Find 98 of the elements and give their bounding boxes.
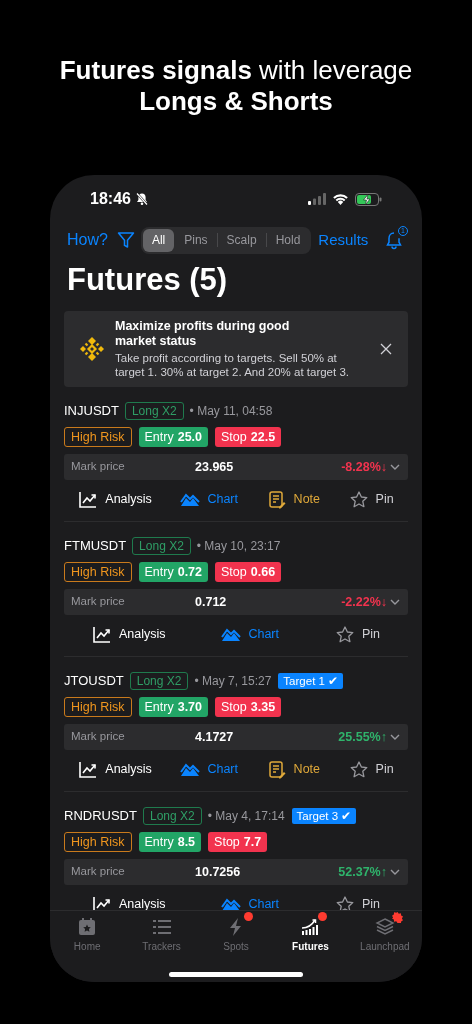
- note-icon: [266, 489, 287, 509]
- headline: Longs & Shorts: [139, 86, 333, 117]
- mark-price-value: 0.712: [195, 593, 227, 611]
- mark-price-value: 4.1727: [195, 728, 234, 746]
- banner-text: Take profit according to targets. Sell 50% at target 1. 30% at target 2. And 20% at target 3.: [115, 351, 350, 379]
- target-badge: Target 3 ✔: [291, 808, 357, 824]
- segment-tab[interactable]: Hold: [266, 228, 310, 252]
- mark-price-bar[interactable]: Mark price 10.7256 52.37%↑: [64, 859, 408, 885]
- chart-button[interactable]: Chart: [221, 624, 279, 644]
- mark-price-label: Mark price: [71, 459, 126, 475]
- symbol-label: RNDRUSDT: [64, 807, 137, 826]
- growth-chart-icon: [300, 917, 321, 937]
- chevron-down-icon[interactable]: [390, 734, 400, 740]
- segment-tab[interactable]: Pins: [175, 228, 217, 252]
- stack-layers-icon: [374, 917, 395, 937]
- price-change: 52.37%↑: [338, 863, 387, 881]
- symbol-label: FTMUSDT: [64, 537, 127, 556]
- chart-line-icon: [78, 489, 99, 509]
- chart-button[interactable]: Chart: [180, 489, 238, 509]
- entry-value: 3.70: [177, 700, 203, 714]
- page-title: Futures (5): [66, 262, 229, 298]
- entry-label: Entry: [144, 700, 174, 714]
- price-change: 25.55%↑: [338, 728, 387, 746]
- mark-price-value: 23.965: [195, 458, 234, 476]
- banner-title: Maximize profits during good market status: [115, 319, 291, 349]
- stop-label: Stop: [221, 565, 247, 579]
- mark-price-bar[interactable]: Mark price 23.965 -8.28%↓: [64, 454, 408, 480]
- mark-price-bar[interactable]: Mark price 0.712 -2.22%↓: [64, 589, 408, 615]
- pin-button[interactable]: Pin: [334, 624, 380, 644]
- how-link[interactable]: How?: [67, 228, 108, 252]
- analysis-button[interactable]: Analysis: [78, 759, 152, 779]
- mark-price-label: Mark price: [71, 729, 126, 745]
- chart-button[interactable]: Chart: [180, 759, 238, 779]
- signal-time: • May 11, 04:58: [189, 403, 273, 420]
- note-button[interactable]: Note: [266, 489, 320, 509]
- stop-label: Stop: [221, 700, 247, 714]
- risk-tag: High Risk: [64, 427, 132, 447]
- chart-line-icon: [78, 759, 99, 779]
- risk-tag: High Risk: [64, 697, 132, 717]
- position-tag: Long X2: [142, 807, 202, 825]
- position-tag: Long X2: [124, 402, 184, 420]
- stop-value: 22.5: [250, 430, 276, 444]
- chart-line-icon: [91, 624, 112, 644]
- wifi-icon: [332, 193, 349, 205]
- risk-tag: High Risk: [64, 832, 132, 852]
- position-tag: Long X2: [132, 537, 191, 555]
- star-icon: [334, 624, 355, 644]
- note-icon: [266, 759, 287, 779]
- star-icon: [348, 489, 369, 509]
- price-change: -8.28%↓: [341, 458, 387, 476]
- chevron-down-icon[interactable]: [390, 464, 400, 470]
- signal-time: • May 10, 23:17: [196, 538, 281, 555]
- results-link[interactable]: Results: [318, 228, 369, 252]
- position-tag: Long X2: [129, 672, 189, 690]
- price-change: -2.22%↓: [341, 593, 387, 611]
- stop-value: 7.7: [243, 835, 262, 849]
- analysis-button[interactable]: Analysis: [91, 624, 166, 644]
- segment-tab[interactable]: Scalp: [217, 228, 266, 252]
- symbol-label: JTOUSDT: [64, 672, 124, 691]
- star-icon: [334, 894, 355, 910]
- entry-value: 8.5: [177, 835, 196, 849]
- filter-icon[interactable]: [116, 231, 135, 249]
- entry-value: 25.0: [177, 430, 203, 444]
- stop-value: 3.35: [250, 700, 276, 714]
- stop-label: Stop: [214, 835, 240, 849]
- chart-button[interactable]: Chart: [221, 894, 279, 910]
- mark-price-bar[interactable]: Mark price 4.1727 25.55%↑: [64, 724, 408, 750]
- tab-bar-item[interactable]: Futures: [273, 911, 348, 954]
- close-icon[interactable]: [380, 343, 392, 355]
- analysis-button[interactable]: Analysis: [78, 489, 152, 509]
- diamond-logo-icon: [78, 335, 106, 363]
- mark-price-label: Mark price: [71, 594, 126, 610]
- pin-button[interactable]: Pin: [348, 759, 394, 779]
- entry-label: Entry: [144, 835, 174, 849]
- entry-label: Entry: [144, 430, 174, 444]
- battery-charging-icon: [355, 192, 382, 206]
- symbol-label: INJUSDT: [64, 402, 119, 421]
- note-button[interactable]: Note: [266, 759, 320, 779]
- clock: 18:46: [90, 189, 131, 209]
- stop-label: Stop: [221, 430, 247, 444]
- headline: Futures signals with leverage: [59, 55, 413, 86]
- entry-value: 0.72: [177, 565, 203, 579]
- star-icon: [348, 759, 369, 779]
- pin-button[interactable]: Pin: [334, 894, 380, 910]
- stop-value: 0.66: [250, 565, 276, 579]
- mark-price-label: Mark price: [71, 864, 126, 880]
- entry-label: Entry: [144, 565, 174, 579]
- list-icon: [151, 917, 172, 937]
- signal-time: • May 7, 15:27: [194, 673, 272, 690]
- risk-tag: High Risk: [64, 562, 132, 582]
- chevron-down-icon[interactable]: [390, 869, 400, 875]
- signal-icon: [308, 193, 326, 205]
- signal-time: • May 4, 17:14: [207, 808, 285, 825]
- mark-price-value: 10.7256: [195, 863, 241, 881]
- segment-tab[interactable]: All: [142, 228, 175, 252]
- target-badge: Target 1 ✔: [278, 673, 344, 689]
- chevron-down-icon[interactable]: [390, 599, 400, 605]
- pin-button[interactable]: Pin: [348, 489, 394, 509]
